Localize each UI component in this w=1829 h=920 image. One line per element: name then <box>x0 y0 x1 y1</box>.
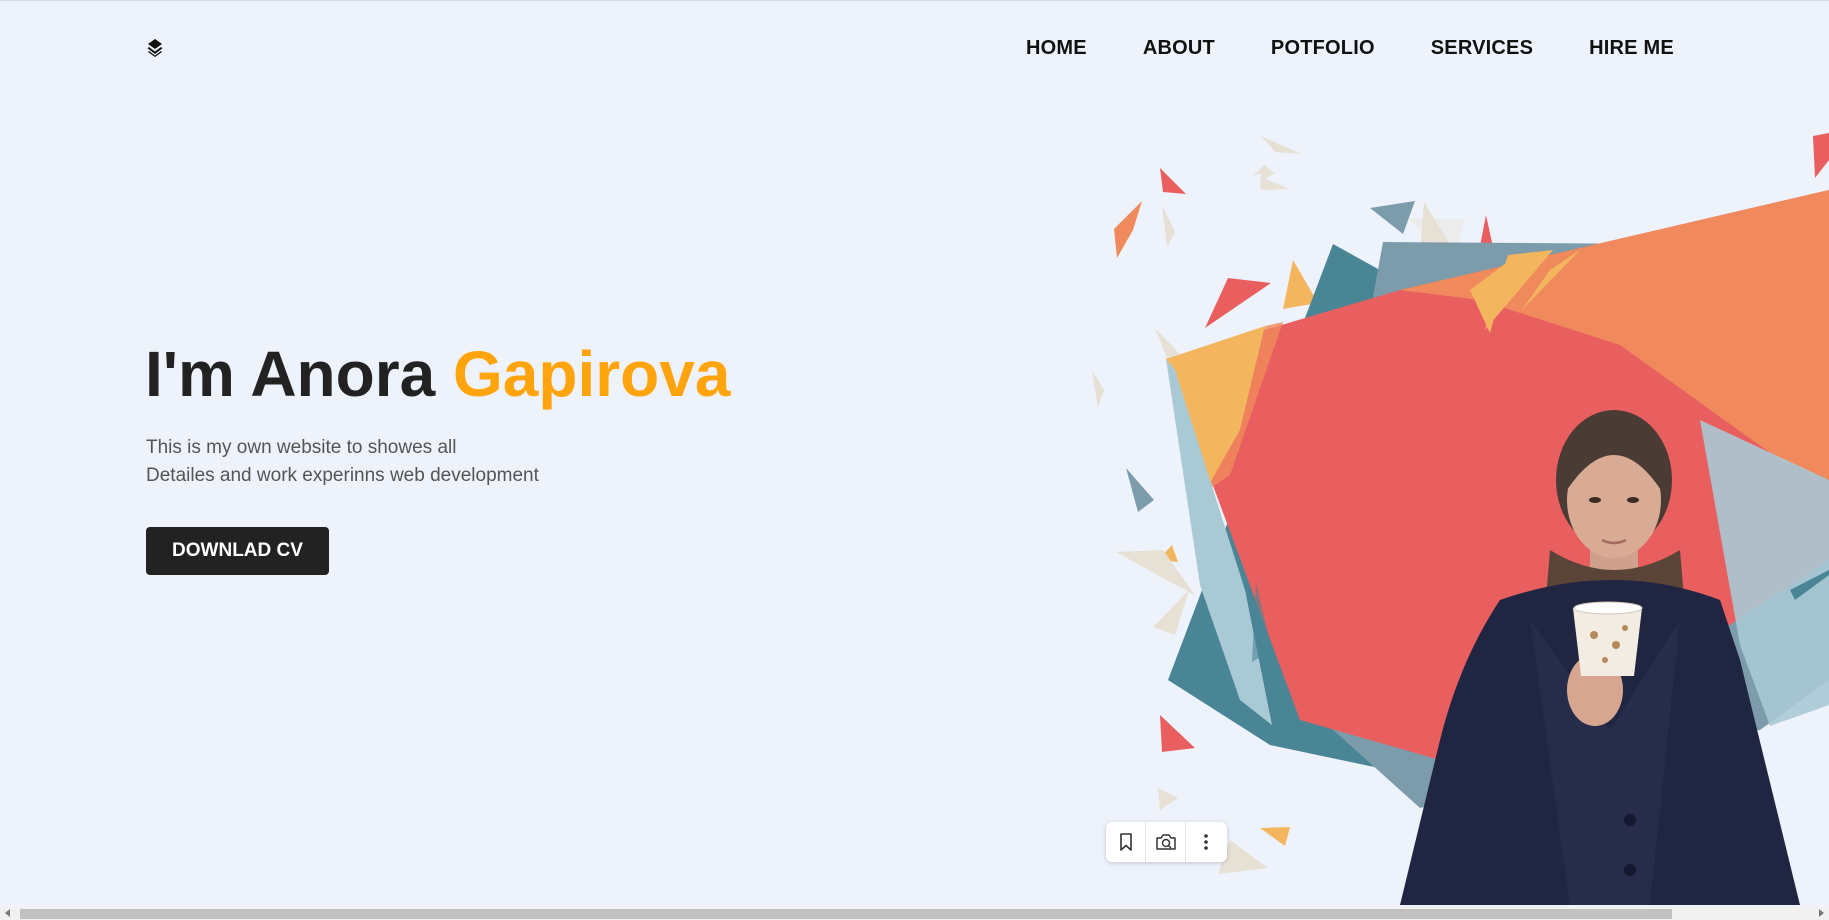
hero-title: I'm Anora Gapirova <box>145 336 730 412</box>
nav-portfolio[interactable]: POTFOLIO <box>1271 36 1375 60</box>
download-cv-button[interactable]: DOWNLAD CV <box>146 527 329 575</box>
portfolio-page: HOME ABOUT POTFOLIO SERVICES HIRE ME I'm… <box>0 0 1829 920</box>
horizontal-scrollbar[interactable] <box>0 906 1829 920</box>
hero-subtitle: This is my own website to showes all Det… <box>146 434 539 490</box>
hero-title-name: Gapirova <box>453 338 731 410</box>
hero-subtitle-line-1: This is my own website to showes all <box>146 437 457 458</box>
scroll-right-icon[interactable] <box>1813 906 1829 920</box>
main-nav: HOME ABOUT POTFOLIO SERVICES HIRE ME <box>1026 36 1674 60</box>
scroll-left-icon[interactable] <box>0 906 16 920</box>
camera-search-icon[interactable] <box>1146 822 1186 862</box>
nav-home[interactable]: HOME <box>1026 36 1087 60</box>
hero-subtitle-line-2: Detailes and work experinns web developm… <box>146 465 539 486</box>
hero-title-prefix: I'm Anora <box>145 338 453 410</box>
bookmark-icon[interactable] <box>1106 822 1146 862</box>
layers-diamond-icon[interactable] <box>145 38 165 58</box>
top-divider <box>0 0 1829 1</box>
nav-about[interactable]: ABOUT <box>1143 36 1215 60</box>
image-toolbar <box>1106 822 1227 862</box>
scrollbar-thumb[interactable] <box>20 909 1672 919</box>
nav-hire-me[interactable]: HIRE ME <box>1589 36 1674 60</box>
nav-services[interactable]: SERVICES <box>1431 36 1533 60</box>
profile-photo <box>1400 410 1800 905</box>
more-vertical-icon[interactable] <box>1186 822 1226 862</box>
